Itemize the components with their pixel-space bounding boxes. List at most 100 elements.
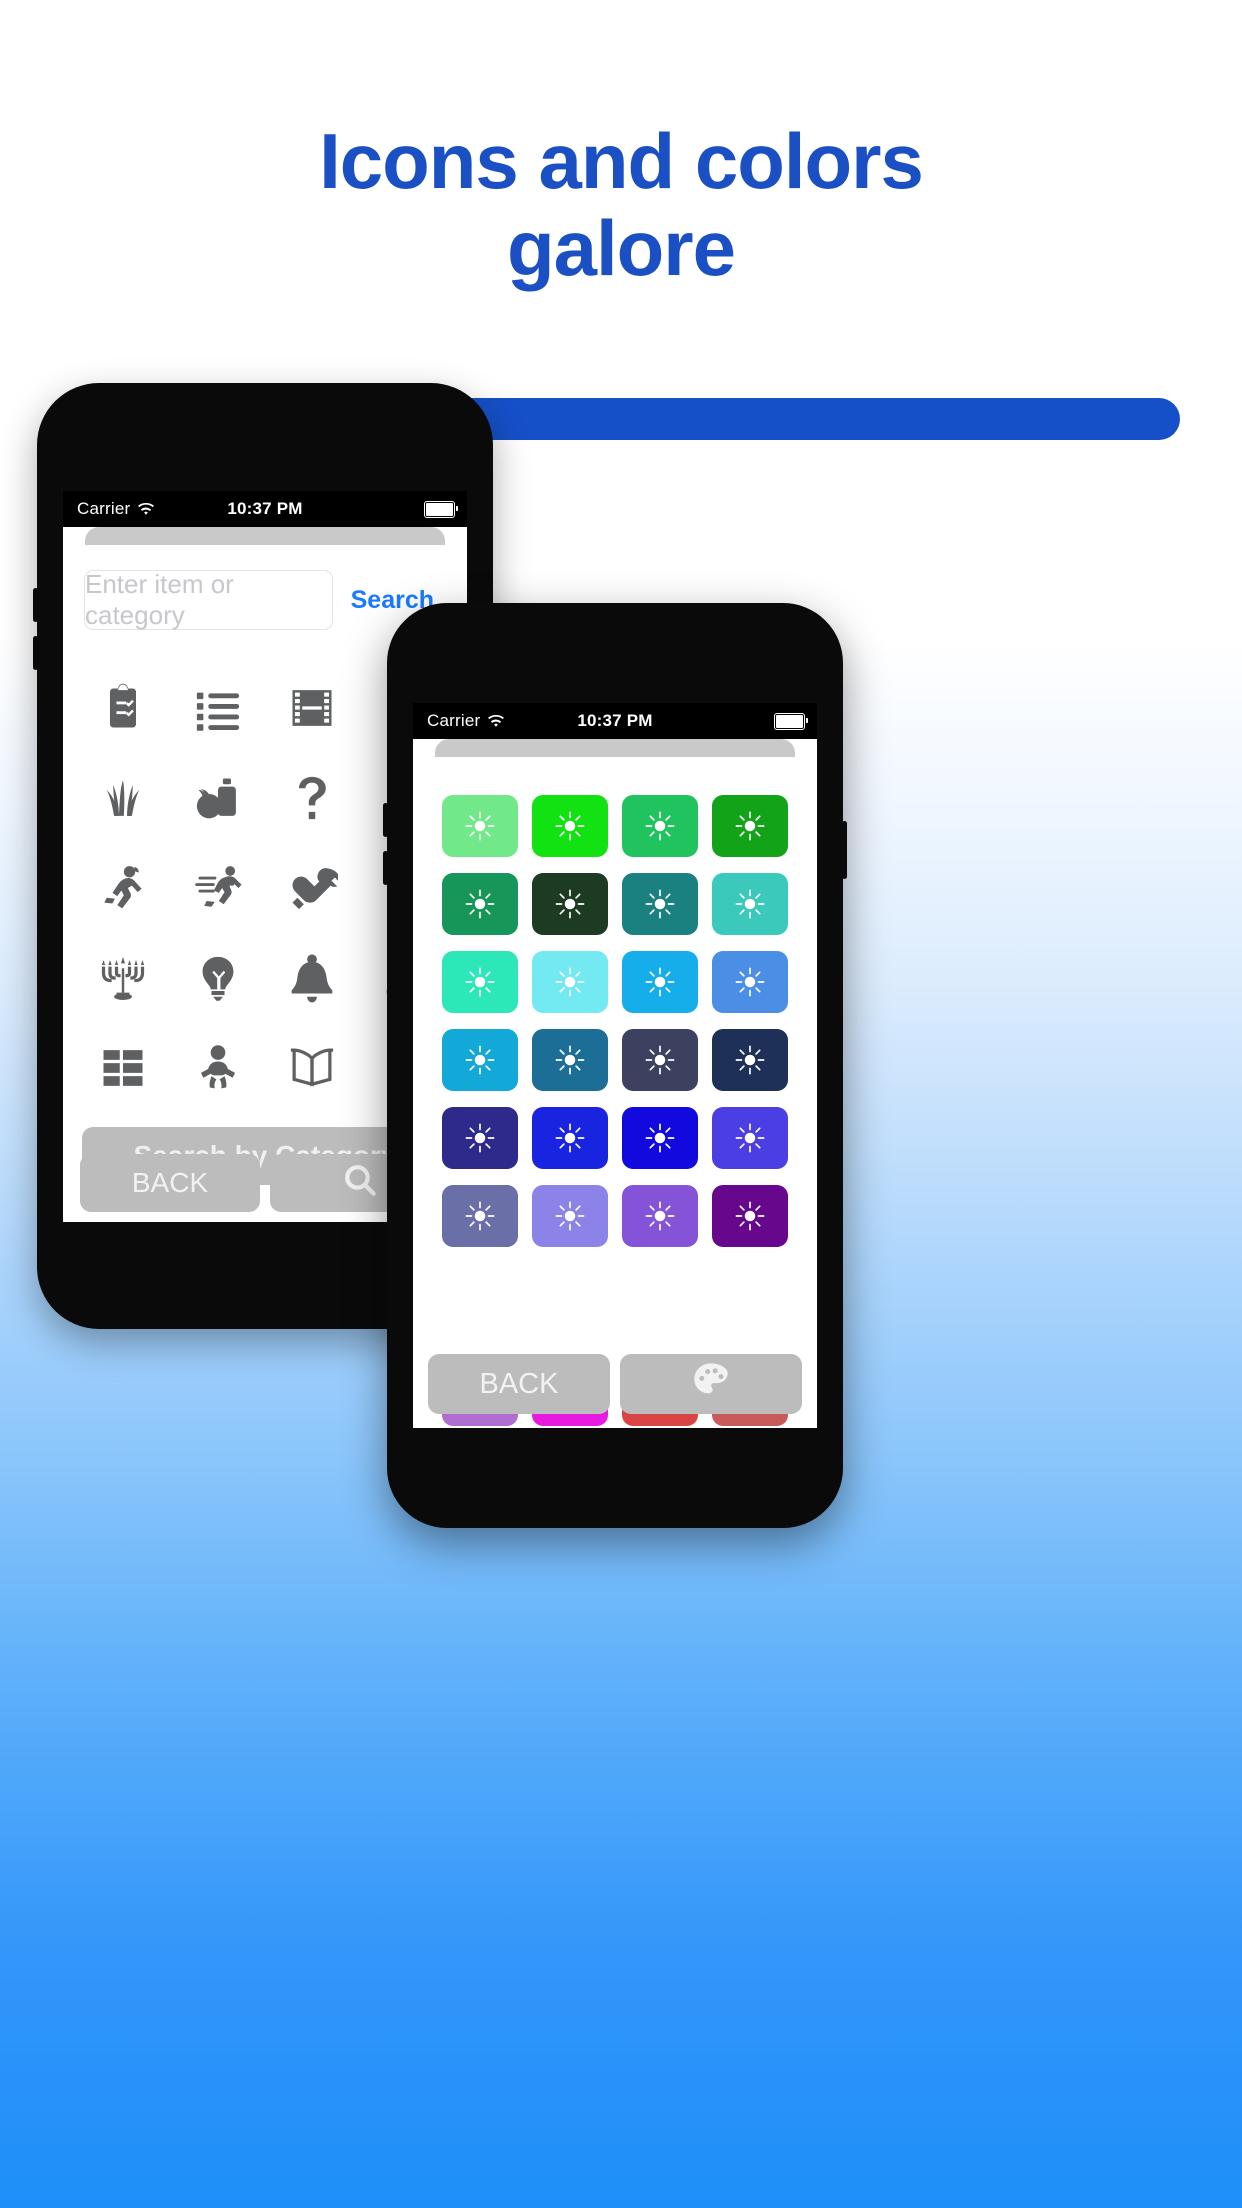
color-swatch[interactable] bbox=[532, 1107, 608, 1169]
color-swatch[interactable] bbox=[442, 1185, 518, 1247]
back-button[interactable]: BACK bbox=[80, 1154, 260, 1212]
icon-cell-fist-wrench[interactable] bbox=[265, 845, 360, 935]
color-swatch[interactable] bbox=[622, 1107, 698, 1169]
lightbulb-icon bbox=[192, 952, 244, 1009]
volume-up-button[interactable] bbox=[33, 588, 38, 622]
color-swatch[interactable] bbox=[622, 1185, 698, 1247]
page-title-line-2: galore bbox=[506, 204, 736, 293]
brightness-sun-icon bbox=[555, 1123, 585, 1153]
battery-full-icon bbox=[774, 712, 808, 730]
phone-screen-front: Carrier 10:37 PM BACK bbox=[413, 703, 817, 1428]
icon-cell-lightbulb[interactable] bbox=[171, 935, 266, 1025]
search-input[interactable]: Enter item or category bbox=[84, 569, 333, 630]
brightness-sun-icon bbox=[735, 811, 765, 841]
brightness-sun-icon bbox=[555, 889, 585, 919]
color-swatch[interactable] bbox=[712, 951, 788, 1013]
icon-cell-menorah[interactable] bbox=[76, 935, 171, 1025]
icon-cell-clipboard-check[interactable] bbox=[76, 665, 171, 755]
phone-device-front: Carrier 10:37 PM BACK bbox=[383, 603, 847, 1528]
color-swatch[interactable] bbox=[532, 1185, 608, 1247]
status-bar-back: Carrier 10:37 PM bbox=[63, 491, 467, 527]
icon-cell-running-man-fast[interactable] bbox=[171, 845, 266, 935]
film-strip-icon bbox=[286, 682, 338, 739]
color-swatch[interactable] bbox=[712, 873, 788, 935]
palette-button[interactable] bbox=[620, 1354, 802, 1414]
clipboard-check-icon bbox=[97, 682, 149, 739]
brightness-sun-icon bbox=[735, 1201, 765, 1231]
page-title: Icons and colors galore bbox=[0, 117, 1242, 293]
volume-down-button[interactable] bbox=[383, 851, 388, 885]
power-button[interactable] bbox=[842, 821, 847, 879]
icon-cell-baby[interactable] bbox=[171, 1025, 266, 1115]
brightness-sun-icon bbox=[735, 889, 765, 919]
icon-cell-open-book[interactable] bbox=[265, 1025, 360, 1115]
color-swatch[interactable] bbox=[442, 873, 518, 935]
brightness-sun-icon bbox=[555, 1201, 585, 1231]
color-swatch[interactable] bbox=[622, 873, 698, 935]
color-swatch[interactable] bbox=[532, 1029, 608, 1091]
color-swatch[interactable] bbox=[712, 1185, 788, 1247]
brightness-sun-icon bbox=[555, 967, 585, 997]
color-swatch[interactable] bbox=[442, 795, 518, 857]
icon-cell-question[interactable] bbox=[265, 755, 360, 845]
color-swatch[interactable] bbox=[442, 1029, 518, 1091]
color-swatch[interactable] bbox=[532, 951, 608, 1013]
icon-cell-list[interactable] bbox=[171, 665, 266, 755]
icon-cell-groceries[interactable] bbox=[171, 755, 266, 845]
groceries-icon bbox=[192, 772, 244, 829]
bottom-button-row-front: BACK bbox=[428, 1354, 802, 1414]
color-grid bbox=[420, 779, 810, 1247]
brightness-sun-icon bbox=[555, 811, 585, 841]
screenshot-canvas: Icons and colors galore Carrier 10:37 PM… bbox=[0, 0, 1242, 2208]
brightness-sun-icon bbox=[645, 889, 675, 919]
baby-icon bbox=[192, 1042, 244, 1099]
brightness-sun-icon bbox=[645, 1045, 675, 1075]
color-swatch[interactable] bbox=[622, 951, 698, 1013]
brightness-sun-icon bbox=[465, 967, 495, 997]
icon-cell-film[interactable] bbox=[265, 665, 360, 755]
brightness-sun-icon bbox=[645, 811, 675, 841]
grid-table-icon bbox=[97, 1042, 149, 1099]
volume-up-button[interactable] bbox=[383, 803, 388, 837]
status-bar-front: Carrier 10:37 PM bbox=[413, 703, 817, 739]
brightness-sun-icon bbox=[465, 889, 495, 919]
brightness-sun-icon bbox=[735, 1123, 765, 1153]
color-swatch[interactable] bbox=[442, 1107, 518, 1169]
bell-icon bbox=[286, 952, 338, 1009]
brightness-sun-icon bbox=[645, 1123, 675, 1153]
app-body-front: BACK bbox=[413, 739, 817, 1428]
color-swatch[interactable] bbox=[532, 795, 608, 857]
icon-cell-grid-table[interactable] bbox=[76, 1025, 171, 1115]
page-title-line-1: Icons and colors bbox=[319, 117, 924, 205]
color-swatch[interactable] bbox=[622, 1029, 698, 1091]
palette-icon bbox=[691, 1360, 731, 1408]
brightness-sun-icon bbox=[645, 967, 675, 997]
color-swatch[interactable] bbox=[712, 1029, 788, 1091]
icon-cell-running-woman[interactable] bbox=[76, 845, 171, 935]
back-button[interactable]: BACK bbox=[428, 1354, 610, 1414]
fist-wrench-icon bbox=[286, 862, 341, 919]
icon-cell-grass[interactable] bbox=[76, 755, 171, 845]
running-woman-icon bbox=[97, 862, 149, 919]
brightness-sun-icon bbox=[735, 967, 765, 997]
question-mark-icon bbox=[286, 772, 338, 829]
color-swatch[interactable] bbox=[622, 795, 698, 857]
running-man-fast-icon bbox=[192, 862, 244, 919]
status-time: 10:37 PM bbox=[227, 499, 303, 518]
color-swatch[interactable] bbox=[442, 951, 518, 1013]
color-picker-page: BACK bbox=[420, 757, 810, 1428]
brightness-sun-icon bbox=[465, 1123, 495, 1153]
color-swatch[interactable] bbox=[712, 1107, 788, 1169]
grass-icon bbox=[97, 772, 149, 829]
open-book-icon bbox=[286, 1042, 338, 1099]
brightness-sun-icon bbox=[645, 1201, 675, 1231]
color-swatch[interactable] bbox=[532, 873, 608, 935]
list-bullets-icon bbox=[192, 682, 244, 739]
brightness-sun-icon bbox=[465, 1045, 495, 1075]
magnifier-icon bbox=[343, 1163, 377, 1204]
color-swatch[interactable] bbox=[712, 795, 788, 857]
volume-down-button[interactable] bbox=[33, 636, 38, 670]
menorah-icon bbox=[97, 952, 149, 1009]
brightness-sun-icon bbox=[465, 1201, 495, 1231]
icon-cell-bell[interactable] bbox=[265, 935, 360, 1025]
